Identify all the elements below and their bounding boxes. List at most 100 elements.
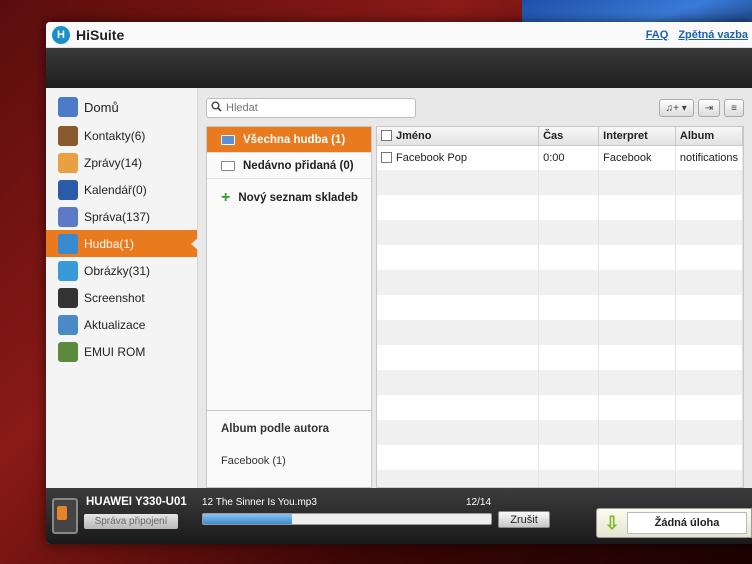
cell-time <box>538 395 600 420</box>
select-all-checkbox[interactable] <box>381 130 392 142</box>
table-row <box>377 420 743 445</box>
cell-album <box>675 195 743 220</box>
new-playlist-label: Nový seznam skladeb <box>238 192 358 204</box>
cell-name <box>377 370 540 395</box>
content-area: ♫+ ▾ ⇥ ≡ Všechna hudba (1) <box>198 88 752 488</box>
sidebar-item-calendar[interactable]: Kalendář(0) <box>46 176 197 203</box>
faq-link[interactable]: FAQ <box>646 29 669 41</box>
download-arrow-icon: ⇩ <box>604 512 620 533</box>
sidebar-item-home[interactable]: Domů <box>46 92 197 122</box>
manage-connection-button[interactable]: Správa připojení <box>84 514 178 529</box>
playlist-label: Všechna hudba (1) <box>243 133 346 146</box>
column-time[interactable]: Čas <box>538 127 600 146</box>
sidebar-item-rom[interactable]: EMUI ROM <box>46 338 197 365</box>
app-title: HiSuite <box>76 26 125 43</box>
column-name[interactable]: Jméno <box>377 127 540 146</box>
column-artist[interactable]: Interpret <box>598 127 676 146</box>
cell-album <box>675 295 743 320</box>
cell-time <box>538 220 600 245</box>
top-banner <box>46 48 752 88</box>
table-row[interactable]: Facebook Pop 0:00 Facebook notifications <box>377 145 743 170</box>
cancel-button[interactable]: Zrušit <box>498 511 550 528</box>
device-name: HUAWEI Y330-U01 <box>86 496 187 508</box>
sidebar-item-label: Kalendář(0) <box>84 182 147 197</box>
update-icon <box>58 314 78 335</box>
add-music-icon: ♫+ ▾ <box>665 102 687 114</box>
app-window: H HiSuite FAQ Zpětná vazba Domů Kontakty(… <box>46 22 752 544</box>
cell-album <box>675 245 743 270</box>
cell-album <box>675 270 743 295</box>
cell-name <box>377 420 540 445</box>
sidebar-item-label: Aktualizace <box>84 317 146 332</box>
cell-time <box>538 470 600 487</box>
messages-icon <box>58 152 78 173</box>
cell-artist <box>598 170 676 195</box>
sidebar-item-contacts[interactable]: Kontakty(6) <box>46 122 197 149</box>
plus-icon: + <box>221 189 231 206</box>
rom-icon <box>58 341 78 362</box>
table-row <box>377 345 743 370</box>
status-bar: HUAWEI Y330-U01 Správa připojení 12 The … <box>46 488 752 544</box>
cell-album <box>675 220 743 245</box>
phone-icon <box>52 498 78 534</box>
task-box[interactable]: ⇩ Žádná úloha <box>596 508 752 538</box>
cell-time <box>538 270 600 295</box>
add-music-button[interactable]: ♫+ ▾ <box>658 99 694 117</box>
toolbar: ♫+ ▾ ⇥ ≡ <box>206 96 744 120</box>
album-item[interactable]: Facebook (1) <box>207 447 371 487</box>
cell-album <box>675 395 743 420</box>
row-checkbox[interactable] <box>381 152 392 164</box>
sidebar-item-update[interactable]: Aktualizace <box>46 311 197 338</box>
cell-artist <box>598 295 676 320</box>
sidebar-item-camera[interactable]: Screenshot <box>46 284 197 311</box>
new-playlist-button[interactable]: + Nový seznam skladeb <box>207 183 371 213</box>
sidebar-item-music[interactable]: Hudba(1) <box>46 230 198 257</box>
cell-time: 0:00 <box>538 145 600 170</box>
cell-time <box>538 370 600 395</box>
cell-album <box>675 445 743 470</box>
column-album[interactable]: Album <box>675 127 743 146</box>
more-button[interactable]: ≡ <box>724 99 744 117</box>
sidebar-item-messages[interactable]: Zprávy(14) <box>46 149 197 176</box>
sidebar-item-pictures[interactable]: Obrázky(31) <box>46 257 197 284</box>
main-area: Domů Kontakty(6) Zprávy(14) Kalendář(0) Sprá… <box>46 88 752 488</box>
cell-name <box>377 170 540 195</box>
table-row <box>377 470 743 487</box>
cell-name <box>377 395 540 420</box>
cell-album <box>675 320 743 345</box>
export-button[interactable]: ⇥ <box>697 99 721 117</box>
cell-artist <box>598 370 676 395</box>
cell-name: Facebook Pop <box>377 145 540 170</box>
table-row <box>377 270 743 295</box>
sidebar: Domů Kontakty(6) Zprávy(14) Kalendář(0) Sprá… <box>46 88 198 488</box>
more-icon: ≡ <box>731 102 737 114</box>
calendar-icon <box>58 179 78 200</box>
table-row <box>377 395 743 420</box>
cell-name <box>377 220 540 245</box>
playlist-recently-added[interactable]: Nedávno přidaná (0) <box>207 153 371 179</box>
cell-album <box>675 470 743 487</box>
sidebar-item-label: Správa(137) <box>84 209 151 224</box>
cell-artist <box>598 270 676 295</box>
table-row <box>377 295 743 320</box>
sidebar-item-apps[interactable]: Správa(137) <box>46 203 197 230</box>
search-box[interactable] <box>206 98 416 118</box>
table-row <box>377 370 743 395</box>
cell-name <box>377 470 540 487</box>
playlist-panel: Všechna hudba (1) Nedávno přidaná (0) + … <box>206 126 372 488</box>
cell-time <box>538 445 600 470</box>
cell-name <box>377 245 540 270</box>
cell-name <box>377 295 540 320</box>
table-row <box>377 195 743 220</box>
playlist-all-music[interactable]: Všechna hudba (1) <box>207 127 371 153</box>
feedback-link[interactable]: Zpětná vazba <box>678 29 748 41</box>
table-row <box>377 220 743 245</box>
sidebar-item-label: Obrázky(31) <box>84 263 151 278</box>
progress-fill <box>203 514 293 524</box>
search-input[interactable] <box>226 102 406 114</box>
cell-name <box>377 345 540 370</box>
cell-name <box>377 270 540 295</box>
cell-artist: Facebook <box>598 145 676 170</box>
cell-artist <box>598 320 676 345</box>
cell-time <box>538 195 600 220</box>
